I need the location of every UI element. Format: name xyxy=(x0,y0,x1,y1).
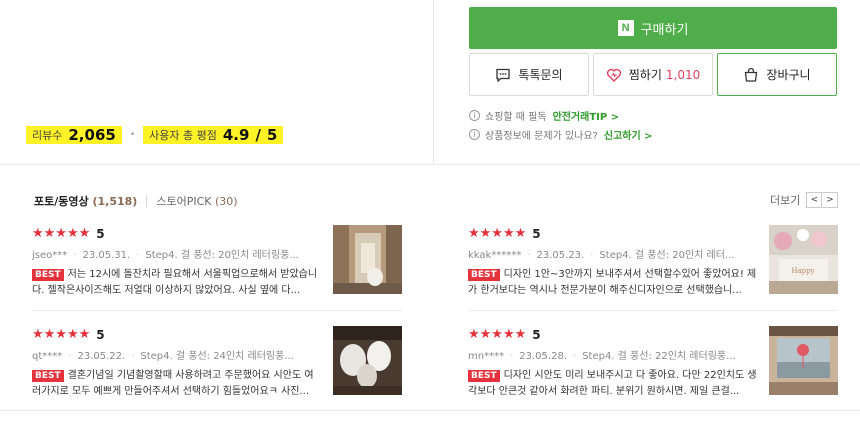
cart-label: 장바구니 xyxy=(766,68,811,82)
review-photo[interactable]: Happy xyxy=(769,225,838,294)
talk-inquiry-label: 톡톡문의 xyxy=(518,68,563,82)
review-tabs: 포토/동영상 (1,518) 스토어PICK (30) xyxy=(34,193,238,209)
review-score: 5 xyxy=(532,328,541,342)
more-controls: 더보기 < > xyxy=(770,192,839,208)
review-body: BEST 디자인 1안~3안까지 보내주셔서 선택할수있어 좋았어요! 제가 한거… xyxy=(468,267,758,299)
safe-trade-notice: i 쇼핑할 때 필독 안전거래TIP > xyxy=(469,108,619,123)
wishlist-count: 1,010 xyxy=(665,67,701,82)
product-purchase-section: 리뷰수 2,065 • 사용자 총 평점 4.9 / 5 N 구매하기 톡톡문의 xyxy=(0,0,860,165)
review-photo[interactable] xyxy=(333,326,402,395)
review-text: 결혼기념일 기념촬영할때 사용하려고 주문했어요 시안도 여러가지로 모두 예쁘… xyxy=(32,370,314,397)
section-divider xyxy=(433,0,434,165)
review-user: qt**** xyxy=(32,351,63,362)
buy-button-label: 구매하기 xyxy=(640,22,689,38)
review-photo[interactable] xyxy=(769,326,838,395)
review-date: 23.05.23. xyxy=(536,250,585,261)
tab-separator xyxy=(146,195,148,207)
balloons-photo-image xyxy=(333,326,402,395)
best-badge: BEST xyxy=(32,269,64,281)
prev-arrow-button[interactable]: < xyxy=(806,192,823,208)
review-photo[interactable] xyxy=(333,225,402,294)
heart-icon xyxy=(606,68,621,82)
review-count: 2,065 xyxy=(68,126,116,144)
review-date: 23.05.22. xyxy=(77,351,126,362)
tab-photo-label: 포토/동영상 xyxy=(34,195,89,208)
hallway-photo-image xyxy=(333,225,402,294)
review-score: 5 xyxy=(96,328,105,342)
more-link[interactable]: 더보기 xyxy=(770,192,800,208)
stars-icon: ★★★★★ xyxy=(32,226,91,241)
review-meta: kkak****** · 23.05.23. · Step4. 걸 풍선: 20인치 레… xyxy=(468,250,735,261)
review-body: BEST 디자인 시안도 미리 보내주시고 다 좋아요. 다만 22인치도 생각보… xyxy=(468,368,758,400)
best-badge: BEST xyxy=(32,370,64,382)
review-meta: qt**** · 23.05.22. · Step4. 걸 풍선: 24인치 레터링풍.… xyxy=(32,351,294,362)
review-user: mn**** xyxy=(468,351,505,362)
review-text: 디자인 1안~3안까지 보내주셔서 선택할수있어 좋았어요! 제가 한거보다는 … xyxy=(468,269,757,296)
separator-dot: • xyxy=(129,130,136,140)
review-text: 저는 12시에 돌잔치라 필요해서 서울픽업으로해서 받았습니다. 젤작은사이즈… xyxy=(32,269,318,296)
safe-trade-text: 쇼핑할 때 필독 xyxy=(485,112,547,123)
review-card[interactable]: ★★★★★ 5 qt**** · 23.05.22. · Step4. 걸 풍선: 24… xyxy=(32,326,402,400)
score-max: 5 xyxy=(266,126,278,144)
best-badge: BEST xyxy=(468,370,500,382)
chat-bubble-icon xyxy=(496,68,511,82)
review-body: BEST 결혼기념일 기념촬영할때 사용하려고 주문했어요 시안도 여러가지로 모… xyxy=(32,368,322,400)
report-link[interactable]: 신고하기 > xyxy=(604,127,653,142)
tab-store-pick[interactable]: 스토어PICK (30) xyxy=(156,193,237,209)
next-arrow-button[interactable]: > xyxy=(822,192,839,208)
info-icon: i xyxy=(469,129,480,140)
review-option: Step4. 걸 풍선: 24인치 레터링풍... xyxy=(140,351,294,362)
review-meta: jseo*** · 23.05.31. · Step4. 걸 풍선: 20인치 레터링풍… xyxy=(32,250,299,261)
stars-icon: ★★★★★ xyxy=(468,327,527,342)
tab-photo-count: (1,518) xyxy=(92,195,138,208)
review-option: Step4. 걸 풍선: 20인치 레터... xyxy=(599,250,735,261)
review-card[interactable]: ★★★★★ 5 jseo*** · 23.05.31. · Step4. 걸 풍선: 2… xyxy=(32,225,402,299)
buy-button[interactable]: N 구매하기 xyxy=(469,7,837,49)
shopping-bag-icon xyxy=(745,67,758,82)
naver-logo-icon: N xyxy=(617,20,634,36)
report-text: 상품정보에 문제가 있나요? xyxy=(485,131,598,142)
rating-summary: 리뷰수 2,065 • 사용자 총 평점 4.9 / 5 xyxy=(26,126,284,144)
wishlist-label: 찜하기 xyxy=(628,68,662,82)
svg-text:Happy: Happy xyxy=(791,267,814,275)
review-option: Step4. 걸 풍선: 20인치 레터링풍... xyxy=(145,250,299,261)
best-badge: BEST xyxy=(468,269,500,281)
tab-pick-label: 스토어PICK xyxy=(156,195,212,208)
review-score: 5 xyxy=(96,227,105,241)
review-option: Step4. 걸 풍선: 22인치 레터링풍... xyxy=(582,351,736,362)
review-user: jseo*** xyxy=(32,250,68,261)
tab-pick-count: (30) xyxy=(214,195,238,208)
review-count-highlight: 리뷰수 2,065 xyxy=(26,126,122,144)
card-divider xyxy=(32,310,402,311)
talk-inquiry-button[interactable]: 톡톡문의 xyxy=(469,53,589,96)
review-date: 23.05.31. xyxy=(82,250,131,261)
review-date: 23.05.28. xyxy=(519,351,567,362)
action-buttons: 톡톡문의 찜하기 1,010 장바구니 xyxy=(469,53,837,96)
review-count-label: 리뷰수 xyxy=(32,129,63,142)
score-value: 4.9 xyxy=(222,126,250,144)
review-body: BEST 저는 12시에 돌잔치라 필요해서 서울픽업으로해서 받았습니다. 젤작… xyxy=(32,267,322,299)
score-highlight: 사용자 총 평점 4.9 / 5 xyxy=(143,126,284,144)
review-card[interactable]: ★★★★★ 5 kkak****** · 23.05.23. · Step4. 걸 풍선… xyxy=(468,225,838,299)
review-user: kkak****** xyxy=(468,250,522,261)
review-score: 5 xyxy=(532,227,541,241)
card-divider xyxy=(468,310,838,311)
safe-trade-link[interactable]: 안전거래TIP > xyxy=(553,108,620,123)
balloon-party-photo-image: Happy xyxy=(769,225,838,294)
review-card[interactable]: ★★★★★ 5 mn**** · 23.05.28. · Step4. 걸 풍선: 22… xyxy=(468,326,838,400)
cart-button[interactable]: 장바구니 xyxy=(717,53,837,96)
stars-icon: ★★★★★ xyxy=(32,327,91,342)
info-icon: i xyxy=(469,110,480,121)
tab-photo-video[interactable]: 포토/동영상 (1,518) xyxy=(34,193,137,209)
wishlist-button[interactable]: 찜하기 1,010 xyxy=(593,53,713,96)
report-notice: i 상품정보에 문제가 있나요? 신고하기 > xyxy=(469,127,653,142)
review-text: 디자인 시안도 미리 보내주시고 다 좋아요. 다만 22인치도 생각보다 안큰… xyxy=(468,370,757,397)
pager-arrows: < > xyxy=(806,192,839,208)
section-bottom-border xyxy=(0,410,860,411)
stars-icon: ★★★★★ xyxy=(468,226,527,241)
window-decoration-photo-image xyxy=(769,326,838,395)
review-meta: mn**** · 23.05.28. · Step4. 걸 풍선: 22인치 레터링풍.… xyxy=(468,351,736,362)
score-slash: / xyxy=(255,126,261,144)
score-label: 사용자 총 평점 xyxy=(149,129,217,142)
